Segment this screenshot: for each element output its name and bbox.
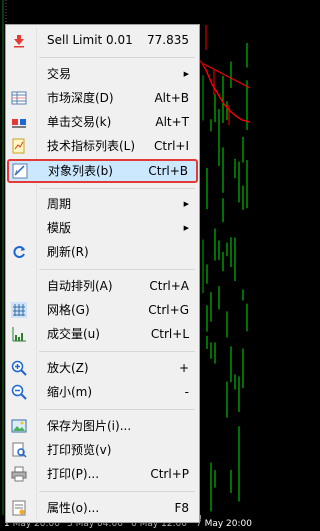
volumes-icon — [11, 326, 27, 342]
menu-item-zoom-in[interactable]: 放大(Z) + — [8, 357, 197, 379]
menu-item-print-preview[interactable]: 打印预览(v) — [8, 439, 197, 461]
objects-list-icon — [12, 163, 28, 179]
properties-icon — [11, 500, 27, 516]
menu-item-trading[interactable]: 交易 ▶ — [8, 63, 197, 85]
menu-item-auto-arrange[interactable]: 自动排列(A) Ctrl+A — [8, 275, 197, 297]
menu-item-one-click-trading[interactable]: 单击交易(k) Alt+T — [8, 111, 197, 133]
menu-item-save-as-picture[interactable]: 保存为图片(i)... — [8, 415, 197, 437]
menu-item-volumes[interactable]: 成交量(u) Ctrl+L — [8, 323, 197, 345]
zoom-out-icon — [11, 384, 27, 400]
print-icon — [11, 466, 27, 482]
one-click-trading-icon — [11, 114, 27, 130]
menu-item-market-depth[interactable]: 市场深度(D) Alt+B — [8, 87, 197, 109]
menu-item-properties[interactable]: 属性(o)... F8 — [8, 497, 197, 519]
menu-item-objects-list[interactable]: 对象列表(b) Ctrl+B — [7, 159, 198, 183]
menu-item-refresh[interactable]: 刷新(R) — [8, 241, 197, 263]
print-preview-icon — [11, 442, 27, 458]
submenu-arrow-icon: ▶ — [183, 224, 189, 232]
menu-item-indicators-list[interactable]: 技术指标列表(L) Ctrl+I — [8, 135, 197, 157]
sell-limit-arrow-icon — [11, 32, 27, 48]
menu-item-timeframes[interactable]: 周期 ▶ — [8, 193, 197, 215]
grid-icon — [11, 302, 27, 318]
zoom-in-icon — [11, 360, 27, 376]
menu-item-grid[interactable]: 网格(G) Ctrl+G — [8, 299, 197, 321]
chart-context-menu: Sell Limit 0.01 77.835 交易 ▶ 市场深度(D) Alt+… — [5, 24, 200, 523]
menu-item-zoom-out[interactable]: 缩小(m) - — [8, 381, 197, 403]
menu-item-print[interactable]: 打印(P)... Ctrl+P — [8, 463, 197, 485]
menu-item-templates[interactable]: 模版 ▶ — [8, 217, 197, 239]
market-depth-icon — [11, 90, 27, 106]
indicators-list-icon — [11, 138, 27, 154]
save-picture-icon — [11, 418, 27, 434]
submenu-arrow-icon: ▶ — [183, 200, 189, 208]
refresh-icon — [11, 244, 27, 260]
menu-item-sell-limit[interactable]: Sell Limit 0.01 77.835 — [8, 29, 197, 51]
time-label: 7 May 20:00 — [196, 519, 252, 529]
submenu-arrow-icon: ▶ — [183, 70, 189, 78]
